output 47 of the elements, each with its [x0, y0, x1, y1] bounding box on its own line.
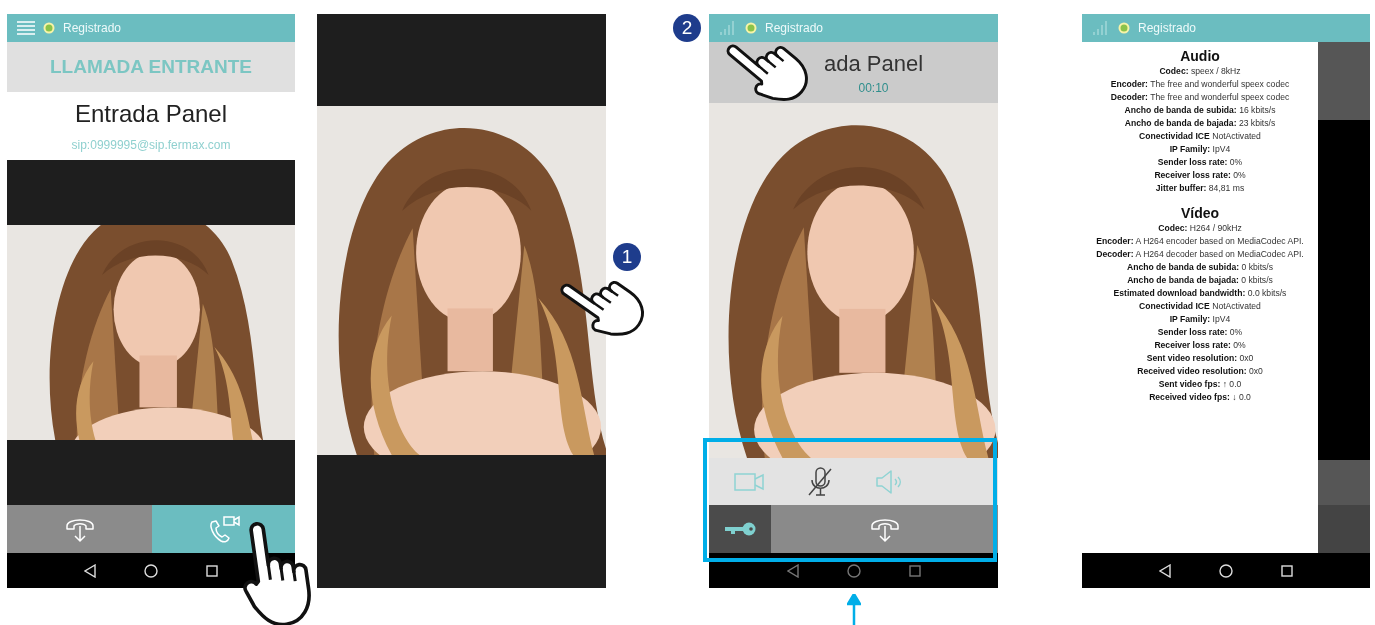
stat-line: Encoder: A H264 encoder based on MediaCodec API.: [1095, 235, 1305, 248]
stat-line: Ancho de banda de subida: 16 kbits/s: [1123, 104, 1277, 117]
status-dot-icon: [745, 22, 757, 34]
signal-icon: [719, 20, 737, 36]
stat-line: Receiver loss rate: 0%: [1153, 169, 1247, 182]
stat-line: Conectividad ICE NotActivated: [1138, 130, 1262, 143]
screen-title: LLAMADA ENTRANTE: [50, 56, 252, 78]
stat-line: Receiver loss rate: 0%: [1153, 339, 1247, 352]
section-title: Vídeo: [1180, 205, 1220, 221]
background-panel: [1318, 460, 1370, 505]
signal-icon: [1092, 20, 1110, 36]
caller-name: Entrada Panel: [74, 100, 228, 128]
door-open-button[interactable]: [709, 505, 771, 553]
stat-line: Received video resolution: 0x0: [1136, 365, 1264, 378]
stat-line: Encoder: The free and wonderful speex codec: [1109, 78, 1291, 91]
stat-line: IP Family: IpV4: [1168, 143, 1232, 156]
stat-line: Decoder: The free and wonderful speex codec: [1109, 91, 1291, 104]
step-badge: 1: [613, 243, 641, 271]
section-title: Audio: [1180, 48, 1220, 64]
key-icon: [723, 522, 757, 536]
call-duration: 00:10: [858, 80, 889, 95]
stat-line: Codec: speex / 8kHz: [1158, 65, 1242, 78]
stat-line: Ancho de banda de subida: 0 kbits/s: [1125, 261, 1275, 274]
status-text: Registrado: [1138, 21, 1197, 35]
step-badge: 2: [673, 14, 701, 42]
stat-line: IP Family: IpV4: [1168, 313, 1232, 326]
status-text: Registrado: [765, 21, 824, 35]
stat-line: Conectividad ICE NotActivated: [1138, 300, 1262, 313]
stat-line: Sent video resolution: 0x0: [1145, 352, 1255, 365]
answer-video-button[interactable]: [152, 505, 295, 553]
stat-line: Received video fps: ↓ 0.0: [1148, 391, 1252, 404]
stat-line: Estimated download bandwidth: 0.0 kbits/s: [1112, 287, 1288, 300]
stat-line: Sent video fps: ↑ 0.0: [1157, 378, 1243, 391]
caller-name: ada Panel: [823, 50, 924, 77]
background-panel: [1318, 505, 1370, 553]
status-text: Registrado: [63, 21, 122, 35]
sip-address: sip:0999995@sip.fermax.com: [71, 138, 231, 152]
stat-line: Ancho de banda de bajada: 0 kbits/s: [1126, 274, 1274, 287]
stat-line: Decoder: A H264 decoder based on MediaCodec API.: [1095, 248, 1305, 261]
up-arrow-icon: [847, 594, 861, 625]
stat-line: Sender loss rate: 0%: [1156, 156, 1244, 169]
stat-line: Codec: H264 / 90kHz: [1157, 222, 1243, 235]
stat-line: Ancho de banda de bajada: 23 kbits/s: [1123, 117, 1277, 130]
stat-line: Jitter buffer: 84,81 ms: [1154, 182, 1246, 195]
status-dot-icon: [1118, 22, 1130, 34]
status-dot-icon: [43, 22, 55, 34]
stat-line: Sender loss rate: 0%: [1156, 326, 1244, 339]
